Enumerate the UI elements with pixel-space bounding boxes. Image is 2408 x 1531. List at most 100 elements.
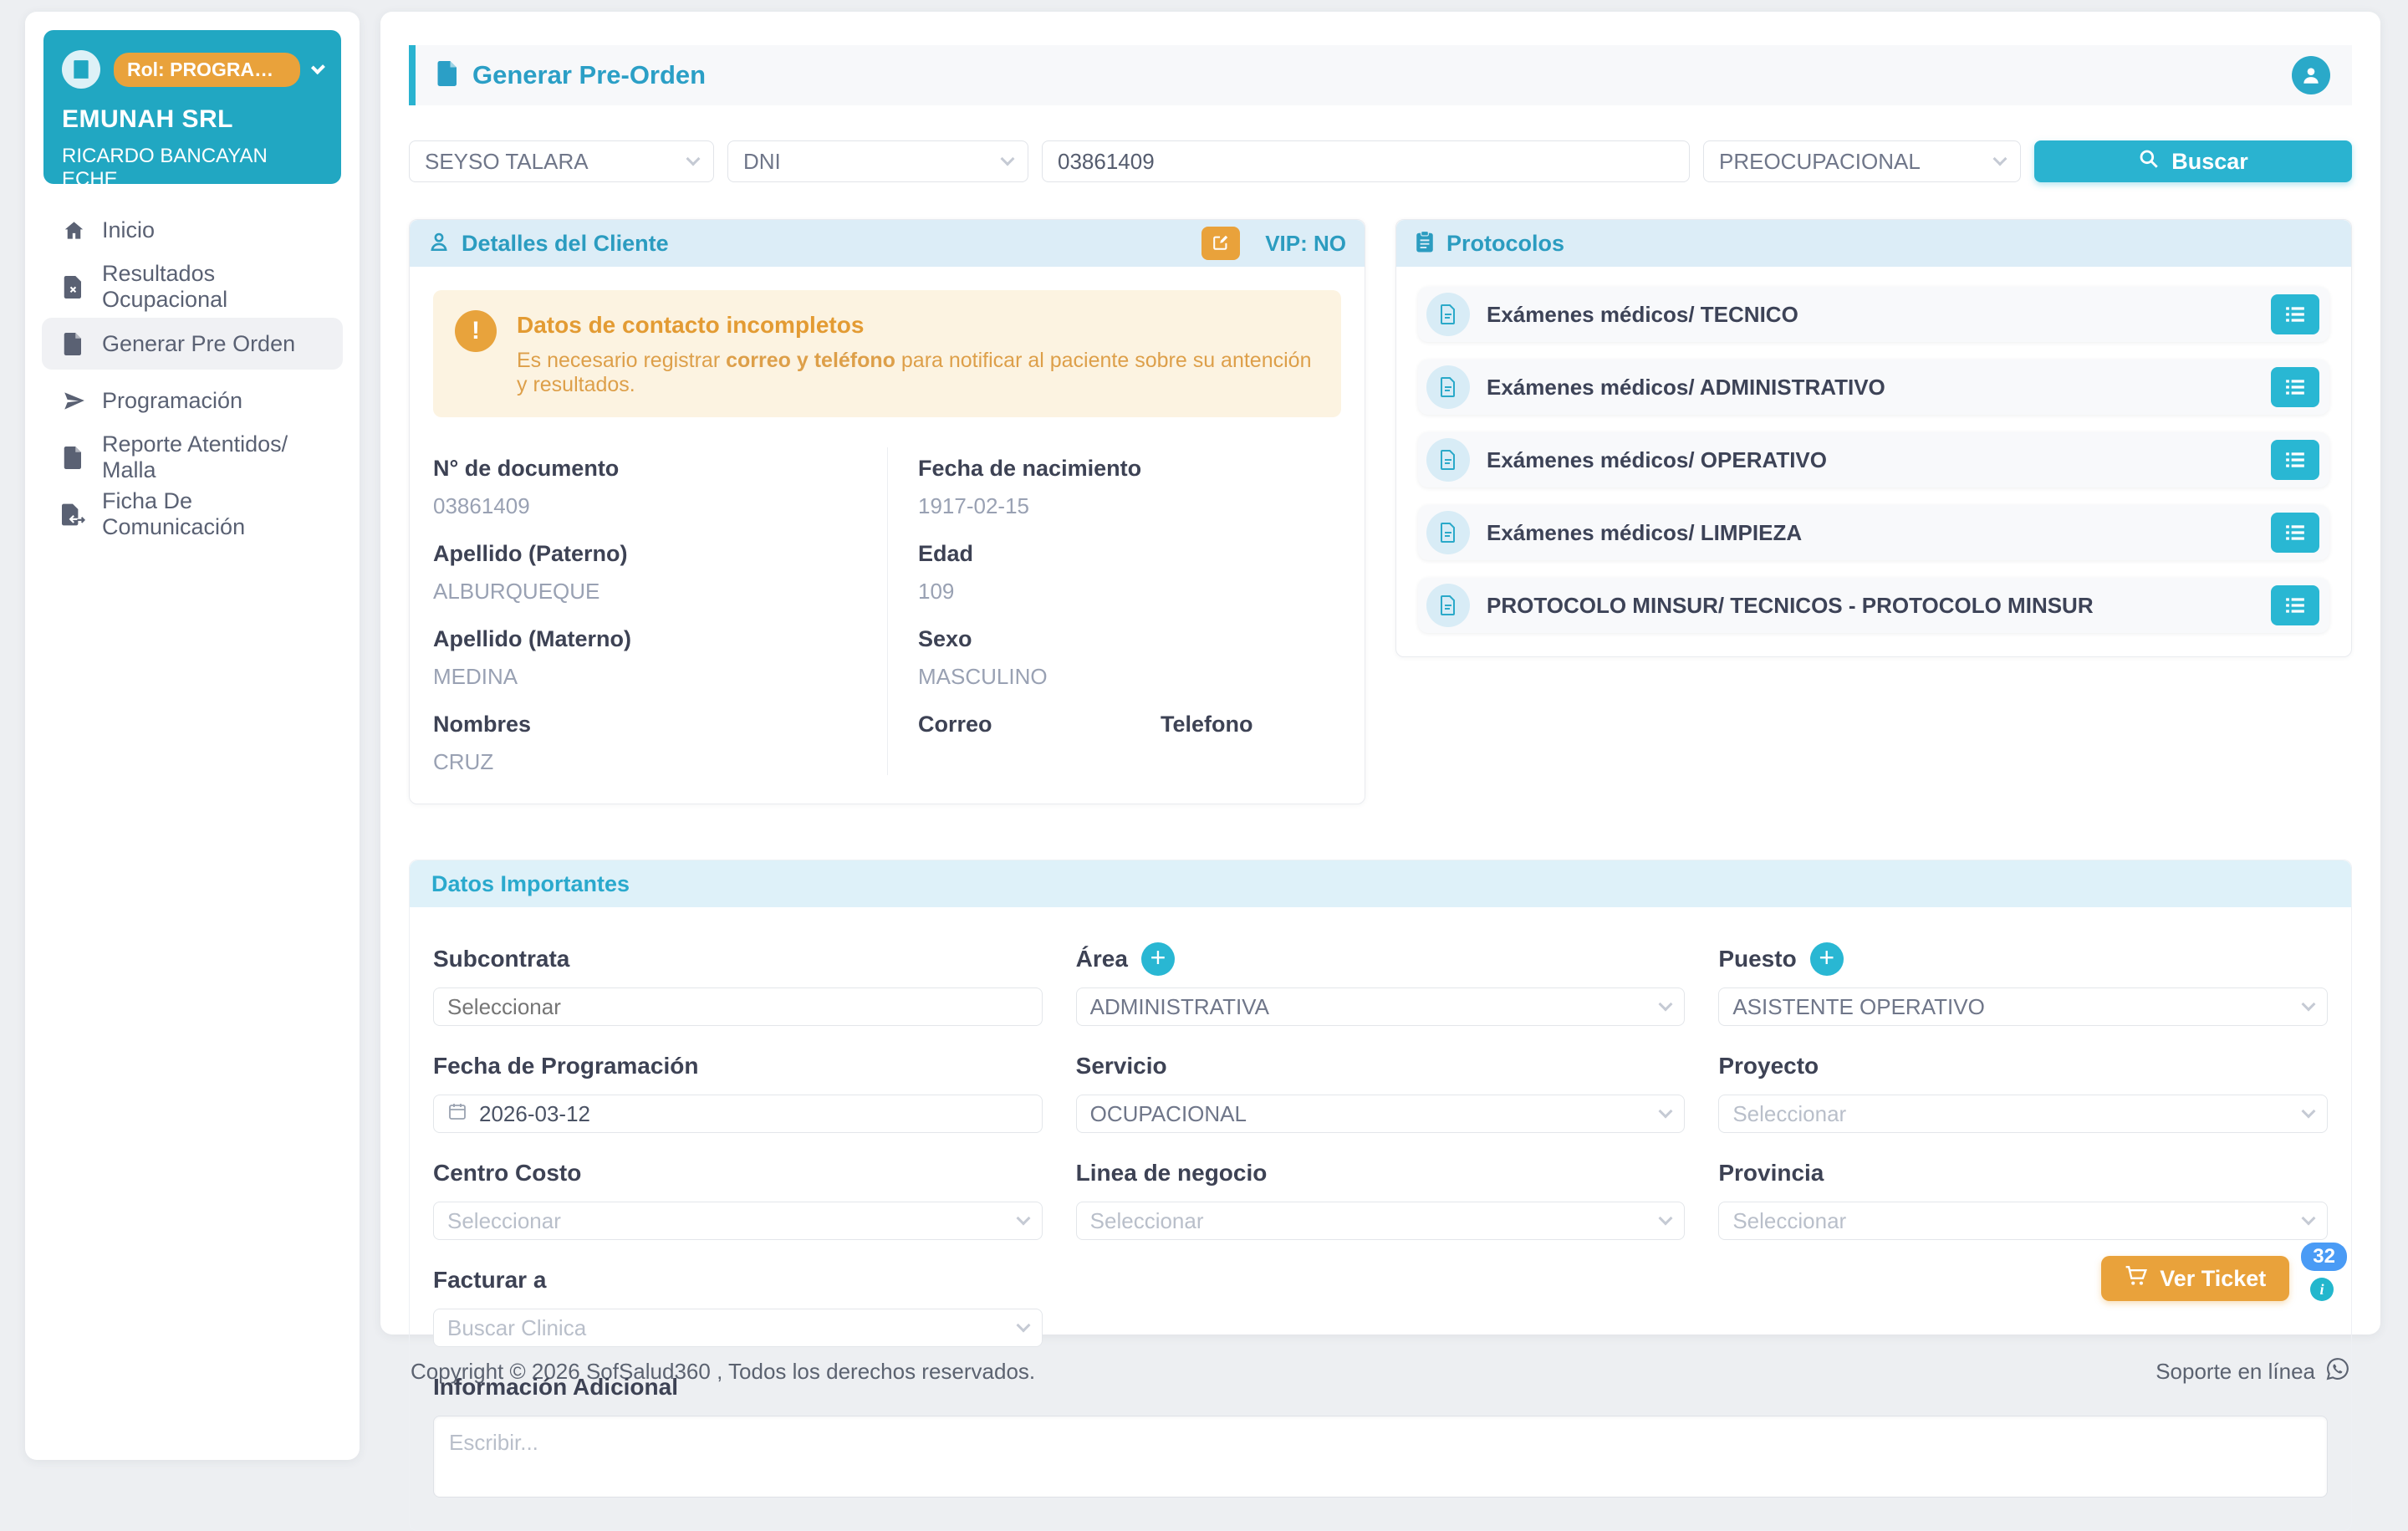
list-icon — [2284, 377, 2306, 397]
protocol-detail-button[interactable] — [2271, 513, 2319, 553]
provincia-select[interactable]: Seleccionar — [1718, 1202, 2328, 1240]
chevron-down-icon — [686, 152, 701, 166]
protocol-detail-button[interactable] — [2271, 294, 2319, 334]
file-icon — [1426, 438, 1470, 482]
sidebar-item-resultados-ocupacional[interactable]: Resultados Ocupacional — [42, 261, 343, 313]
list-icon — [2284, 304, 2306, 324]
sidebar-item-programacion[interactable]: Programación — [42, 375, 343, 426]
facturar-field: Facturar a Buscar Clinica — [433, 1262, 1043, 1347]
puesto-select[interactable]: ASISTENTE OPERATIVO — [1718, 987, 2328, 1026]
linea-negocio-placeholder: Seleccionar — [1090, 1208, 1204, 1234]
doc-type-select-value: DNI — [743, 149, 781, 175]
chevron-down-icon — [2302, 1105, 2316, 1119]
sidebar: Rol: PROGRAMADOR,... EMUNAH SRL RICARDO … — [25, 12, 360, 1460]
list-icon — [2284, 595, 2306, 615]
informacion-adicional-label: Información Adicional — [433, 1369, 2328, 1406]
paper-plane-icon — [62, 390, 85, 412]
user-avatar[interactable] — [2292, 56, 2330, 94]
datos-form-grid: Subcontrata Área ADMINISTRATIVA Pu — [410, 907, 2351, 1530]
chevron-down-icon[interactable] — [311, 60, 325, 74]
sede-select[interactable]: SEYSO TALARA — [409, 140, 714, 182]
sexo-label: Sexo — [918, 626, 1341, 652]
area-select[interactable]: ADMINISTRATIVA — [1076, 987, 1686, 1026]
chevron-down-icon — [1659, 998, 1673, 1012]
centro-costo-select[interactable]: Seleccionar — [433, 1202, 1043, 1240]
search-icon — [2138, 148, 2160, 176]
file-icon — [1426, 365, 1470, 409]
centro-costo-label: Centro Costo — [433, 1155, 1043, 1192]
main-card: Generar Pre-Orden SEYSO TALARA DNI — [380, 12, 2380, 1335]
facturar-select[interactable]: Buscar Clinica — [433, 1309, 1043, 1347]
sidebar-item-label: Reporte Atentidos/ Malla — [102, 431, 323, 483]
doc-number-input[interactable] — [1058, 149, 1674, 175]
telefono-label: Telefono — [1161, 712, 1253, 737]
buscar-button-label: Buscar — [2171, 149, 2248, 175]
sidebar-item-label: Generar Pre Orden — [102, 331, 295, 357]
exam-type-select[interactable]: PREOCUPACIONAL — [1703, 140, 2021, 182]
datos-importantes-section: Datos Importantes Subcontrata Área ADMIN… — [409, 860, 2352, 1531]
fecha-nacimiento-label: Fecha de nacimiento — [918, 456, 1341, 482]
proyecto-select[interactable]: Seleccionar — [1718, 1095, 2328, 1133]
doc-number-label: N° de documento — [433, 456, 857, 482]
apellido-paterno-label: Apellido (Paterno) — [433, 541, 857, 567]
ticket-area: Ver Ticket 32 — [2101, 1243, 2347, 1301]
file-export-icon — [62, 503, 85, 526]
edit-client-button[interactable] — [1201, 227, 1240, 260]
calendar-icon — [447, 1101, 467, 1127]
sidebar-nav: Inicio Resultados Ocupacional Generar Pr… — [25, 204, 360, 540]
list-icon — [2284, 523, 2306, 543]
servicio-select-value: OCUPACIONAL — [1090, 1101, 1247, 1127]
add-area-button[interactable] — [1141, 942, 1175, 976]
sidebar-item-reporte-atentidos[interactable]: Reporte Atentidos/ Malla — [42, 431, 343, 483]
buscar-button[interactable]: Buscar — [2034, 140, 2352, 182]
edad-label: Edad — [918, 541, 1341, 567]
sidebar-item-label: Programación — [102, 388, 242, 414]
page-title: Generar Pre-Orden — [472, 60, 706, 90]
fecha-programacion-picker[interactable]: 2026-03-12 — [433, 1095, 1043, 1133]
chevron-down-icon — [1016, 1319, 1030, 1333]
section-title: Datos Importantes — [431, 871, 630, 897]
nombres-label: Nombres — [433, 712, 857, 737]
sexo-value: MASCULINO — [918, 664, 1341, 690]
proyecto-field: Proyecto Seleccionar — [1718, 1048, 2328, 1133]
puesto-label: Puesto — [1718, 946, 1796, 972]
sidebar-item-inicio[interactable]: Inicio — [42, 204, 343, 256]
correo-label: Correo — [918, 712, 1161, 737]
protocol-row: PROTOCOLO MINSUR/ TECNICOS - PROTOCOLO M… — [1418, 578, 2329, 633]
informacion-adicional-textarea[interactable] — [433, 1416, 2328, 1498]
client-card-title: Detalles del Cliente — [462, 231, 669, 257]
linea-negocio-select[interactable]: Seleccionar — [1076, 1202, 1686, 1240]
servicio-select[interactable]: OCUPACIONAL — [1076, 1095, 1686, 1133]
datos-importantes-header: Datos Importantes — [410, 860, 2351, 907]
add-puesto-button[interactable] — [1810, 942, 1844, 976]
protocol-row: Exámenes médicos/ LIMPIEZA — [1418, 505, 2329, 560]
subcontrata-field: Subcontrata — [433, 941, 1043, 1026]
user-name: RICARDO BANCAYAN ECHE — [62, 145, 323, 191]
sidebar-item-label: Ficha De Comunicación — [102, 488, 323, 540]
protocol-label: Exámenes médicos/ ADMINISTRATIVO — [1487, 375, 1885, 401]
facturar-label: Facturar a — [433, 1262, 1043, 1299]
fecha-programacion-label: Fecha de Programación — [433, 1048, 1043, 1084]
main-area: Generar Pre-Orden SEYSO TALARA DNI — [380, 12, 2380, 1387]
protocol-label: Exámenes médicos/ LIMPIEZA — [1487, 520, 1802, 546]
subcontrata-label: Subcontrata — [433, 941, 1043, 977]
sidebar-item-ficha-comunicacion[interactable]: Ficha De Comunicación — [42, 488, 343, 540]
file-icon — [1426, 511, 1470, 554]
provincia-label: Provincia — [1718, 1155, 2328, 1192]
provincia-field: Provincia Seleccionar — [1718, 1155, 2328, 1240]
subcontrata-input[interactable] — [447, 994, 1028, 1020]
page-title-file-icon — [437, 61, 459, 90]
protocol-detail-button[interactable] — [2271, 585, 2319, 625]
sidebar-item-generar-pre-orden[interactable]: Generar Pre Orden — [42, 318, 343, 370]
ver-ticket-button[interactable]: Ver Ticket — [2101, 1256, 2289, 1301]
client-details-card: Detalles del Cliente VIP: NO Datos de co… — [409, 219, 1365, 804]
protocol-detail-button[interactable] — [2271, 440, 2319, 480]
sidebar-item-label: Inicio — [102, 217, 155, 243]
info-icon[interactable] — [2310, 1278, 2334, 1301]
exam-type-select-value: PREOCUPACIONAL — [1719, 149, 1921, 175]
vip-status: VIP: NO — [1265, 231, 1346, 257]
file-icon — [62, 333, 85, 355]
area-label: Área — [1076, 946, 1128, 972]
doc-type-select[interactable]: DNI — [727, 140, 1028, 182]
protocol-detail-button[interactable] — [2271, 367, 2319, 407]
